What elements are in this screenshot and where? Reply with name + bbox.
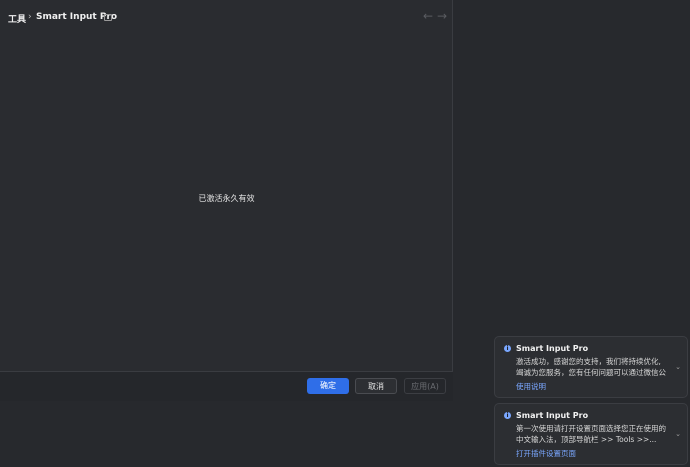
notification-body: 激活成功，感谢您的支持，我们将持续优化, 竭诚为您服务，您有任何问题可以通过微信… — [516, 356, 676, 378]
notification-activation[interactable]: i Smart Input Pro 激活成功，感谢您的支持，我们将持续优化, 竭… — [494, 336, 688, 398]
ok-button[interactable]: 确定 — [307, 378, 349, 394]
notification-title: Smart Input Pro — [516, 344, 589, 353]
usage-guide-link[interactable]: 使用说明 — [516, 381, 546, 392]
breadcrumb-tools[interactable]: 工具 — [8, 12, 26, 25]
open-plugin-settings-link[interactable]: 打开插件设置页面 — [516, 448, 576, 459]
dialog-footer: 确定 取消 应用(A) — [0, 371, 453, 401]
chevron-down-icon[interactable]: ⌄ — [675, 430, 681, 438]
notification-title: Smart Input Pro — [516, 411, 589, 420]
notification-line: 中文输入法，顶部导航栏 >> Tools >>... — [516, 435, 657, 444]
info-icon: i — [504, 412, 511, 419]
notification-line: 竭诚为您服务，您有任何问题可以通过微信公 — [516, 368, 666, 377]
activation-status: 已激活永久有效 — [198, 194, 255, 203]
settings-window: 工具 › Smart Input Pro ← → 已激活永久有效 确定 取消 应… — [0, 0, 453, 401]
breadcrumb-separator: › — [28, 12, 32, 22]
apply-button[interactable]: 应用(A) — [404, 378, 446, 394]
notification-line: 激活成功，感谢您的支持，我们将持续优化, — [516, 357, 661, 366]
info-icon: i — [504, 345, 511, 352]
cancel-button[interactable]: 取消 — [355, 378, 397, 394]
title-bar: 工具 › Smart Input Pro ← → — [0, 0, 453, 34]
back-arrow-icon[interactable]: ← — [423, 9, 433, 23]
notification-line: 第一次使用请打开设置页面选择您正在使用的 — [516, 424, 666, 433]
forward-arrow-icon[interactable]: → — [437, 9, 447, 23]
notification-body: 第一次使用请打开设置页面选择您正在使用的 中文输入法，顶部导航栏 >> Tool… — [516, 423, 676, 445]
pin-icon[interactable] — [104, 14, 112, 21]
notification-first-use[interactable]: i Smart Input Pro 第一次使用请打开设置页面选择您正在使用的 中… — [494, 403, 688, 465]
chevron-down-icon[interactable]: ⌄ — [675, 363, 681, 371]
